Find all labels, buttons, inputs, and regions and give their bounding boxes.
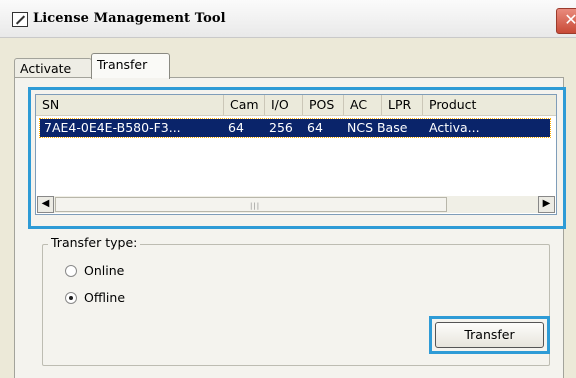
- column-header-product[interactable]: Product: [423, 95, 556, 115]
- radio-online-label[interactable]: Online: [84, 262, 124, 280]
- list-header: SN Cam I/O POS AC LPR Product: [36, 95, 556, 116]
- horizontal-scrollbar[interactable]: ◀ ||| ▶: [37, 196, 555, 213]
- window-title: License Management Tool: [33, 11, 226, 26]
- scroll-thumb[interactable]: |||: [55, 197, 447, 212]
- license-window: License Management Tool ✕ Activate Trans…: [0, 0, 576, 378]
- column-header-ac[interactable]: AC: [344, 95, 382, 115]
- column-header-sn[interactable]: SN: [36, 95, 224, 115]
- column-header-cam[interactable]: Cam: [224, 95, 265, 115]
- column-header-pos[interactable]: POS: [303, 95, 344, 115]
- cell-ac: NCS Base: [347, 120, 408, 135]
- transfer-button[interactable]: Transfer: [435, 322, 544, 348]
- radio-online-icon[interactable]: [65, 265, 77, 277]
- radio-offline-label[interactable]: Offline: [84, 289, 125, 307]
- table-row[interactable]: 7AE4-0E4E-B580-F3... 64 256 64 NCS Base …: [39, 118, 551, 138]
- scroll-left-icon[interactable]: ◀: [37, 196, 54, 213]
- scroll-right-icon[interactable]: ▶: [538, 196, 555, 213]
- cell-sn: 7AE4-0E4E-B580-F3...: [44, 120, 181, 135]
- column-header-lpr[interactable]: LPR: [382, 95, 423, 115]
- cell-io: 256: [269, 120, 293, 135]
- app-icon: [12, 12, 28, 27]
- title-bar[interactable]: License Management Tool ✕: [0, 0, 576, 38]
- tab-transfer[interactable]: Transfer: [91, 53, 170, 80]
- transfer-type-label: Transfer type:: [48, 235, 141, 250]
- tab-activate[interactable]: Activate: [14, 58, 92, 78]
- close-button[interactable]: ✕: [556, 8, 576, 34]
- cell-pos: 64: [307, 120, 323, 135]
- grip-icon: |||: [250, 202, 261, 210]
- radio-offline-icon[interactable]: [65, 292, 77, 304]
- column-header-io[interactable]: I/O: [265, 95, 303, 115]
- cell-product: Activa...: [429, 120, 480, 135]
- license-list[interactable]: SN Cam I/O POS AC LPR Product 7AE4-0E4E-…: [35, 94, 557, 215]
- cell-cam: 64: [228, 120, 244, 135]
